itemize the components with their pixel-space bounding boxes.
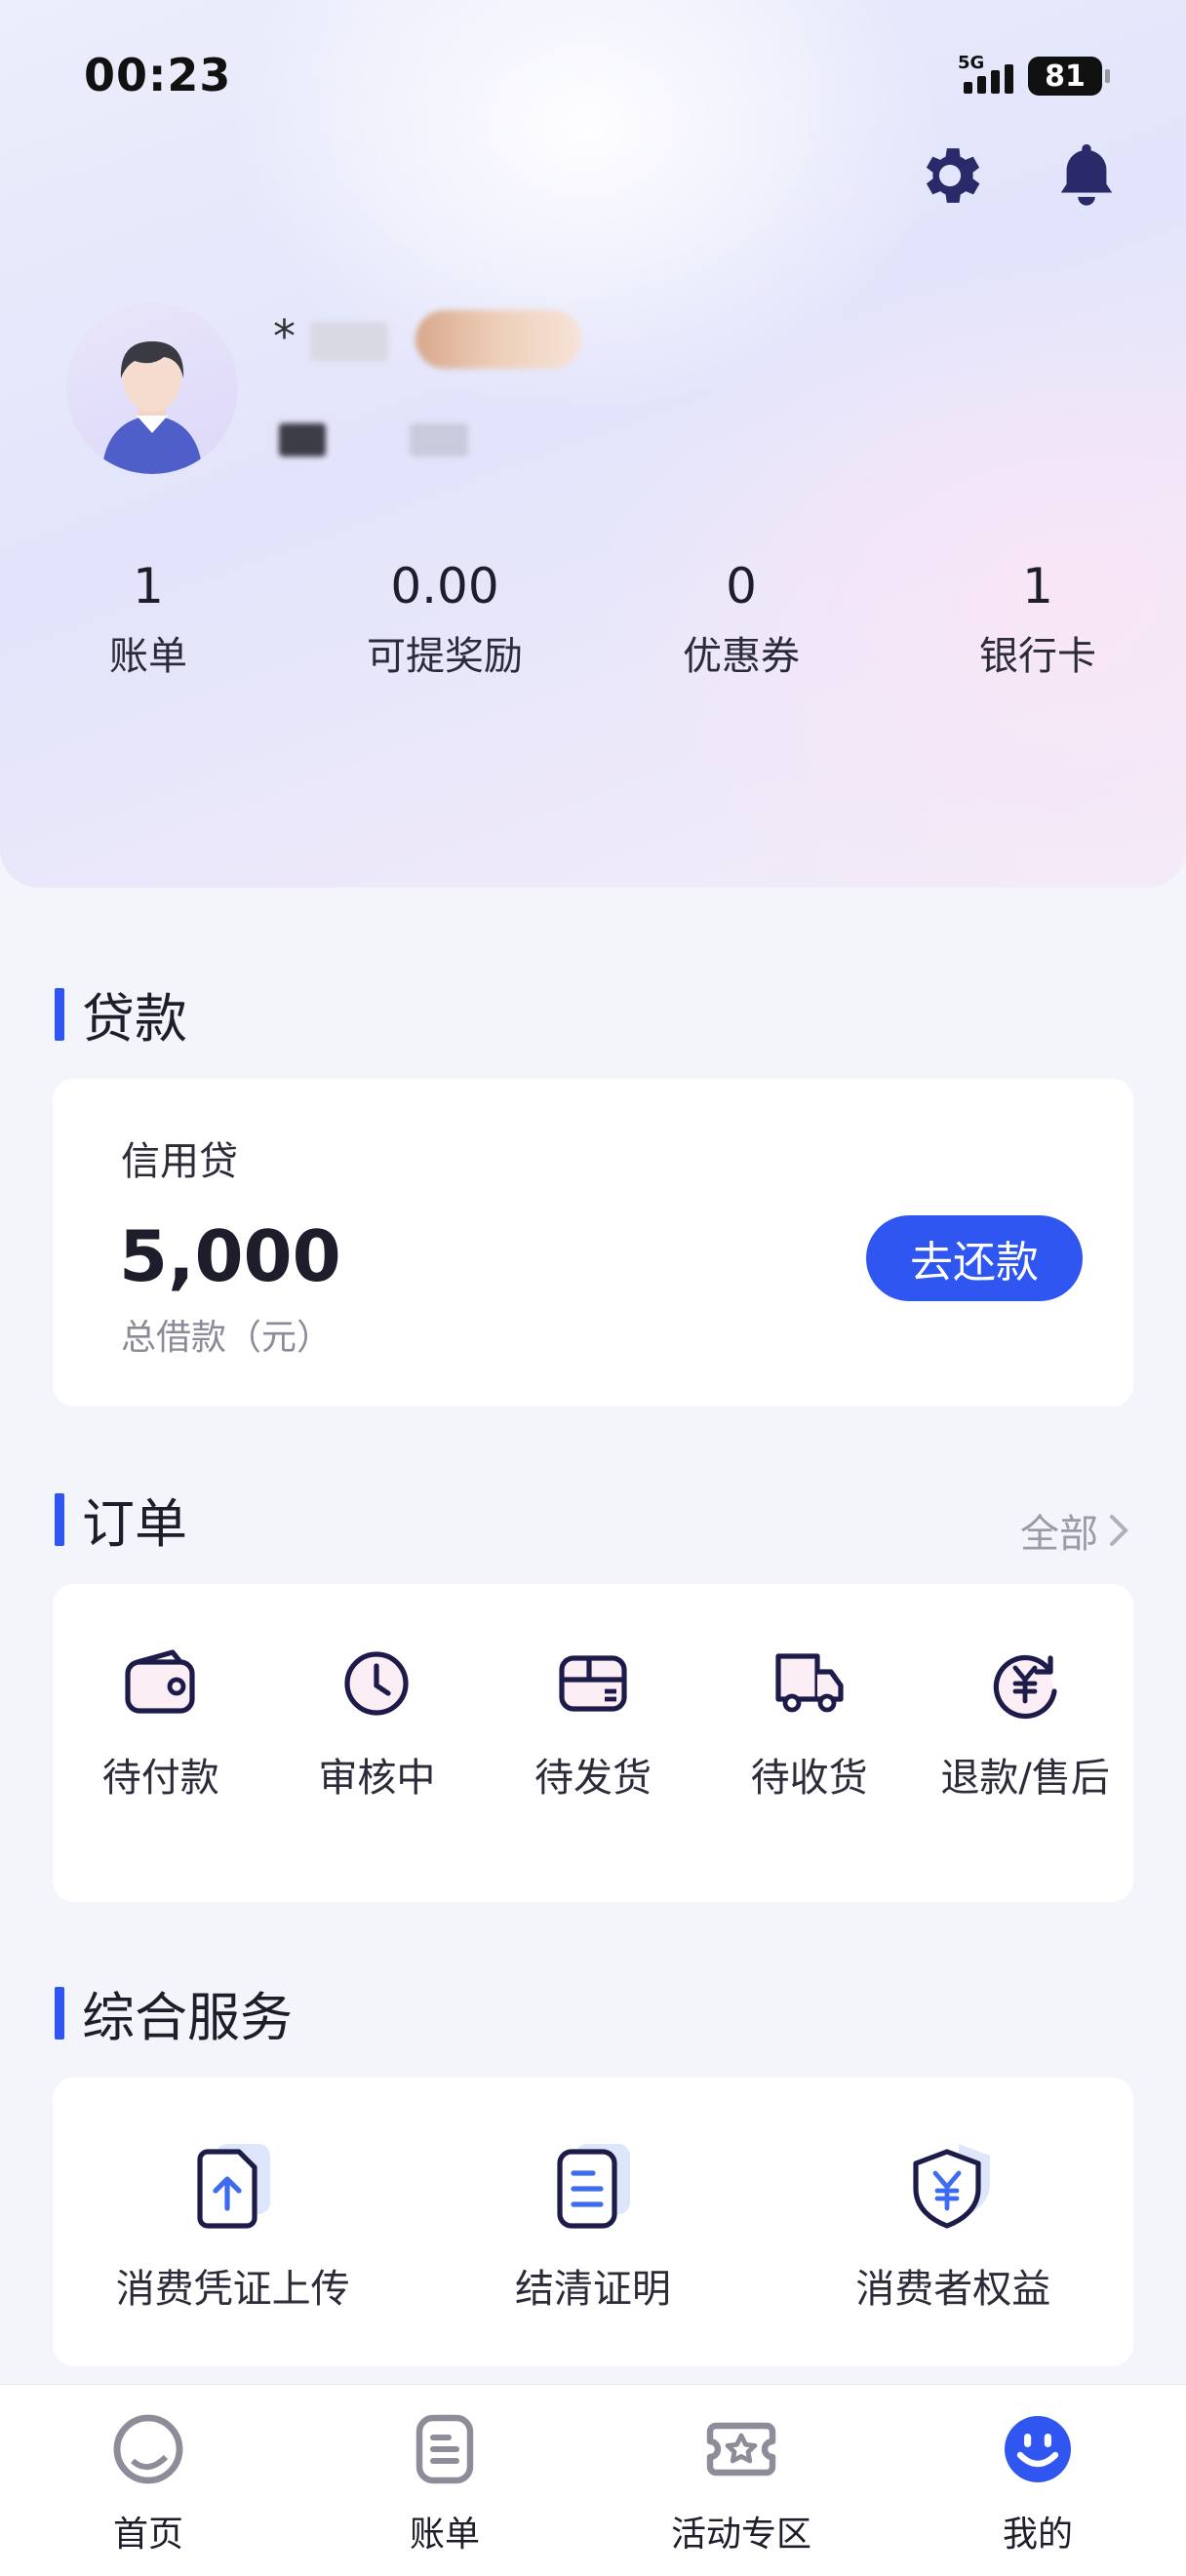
battery-icon: 81 [1028, 57, 1110, 96]
loan-type: 信用贷 [121, 1139, 238, 1184]
blurred-badge [415, 310, 581, 369]
order-pending-payment[interactable]: 待付款 [53, 1645, 269, 1803]
ticket-star-icon [706, 2422, 776, 2477]
stats-row: 1 账单 0.00 可提奖励 0 优惠券 1 银行卡 [0, 558, 1186, 681]
avatar-person-icon [101, 341, 203, 474]
section-marker [55, 1492, 64, 1546]
section-marker [55, 987, 64, 1041]
status-indicators: 5G 81 [958, 53, 1110, 98]
notification-bell-icon[interactable] [1048, 137, 1126, 215]
blurred-phone-2 [410, 423, 468, 456]
truck-icon [774, 1653, 844, 1713]
order-label: 待收货 [750, 1756, 868, 1801]
stat-coupons[interactable]: 0 优惠券 [593, 558, 890, 681]
repay-button[interactable]: 去还款 [866, 1215, 1083, 1301]
stat-label: 优惠券 [683, 634, 800, 679]
stat-value: 0.00 [390, 558, 499, 614]
service-voucher-upload[interactable]: 消费凭证上传 [53, 2136, 413, 2314]
loan-amount: 5,000 [119, 1215, 341, 1297]
wallet-icon [125, 1649, 195, 1714]
stat-rewards[interactable]: 0.00 可提奖励 [296, 558, 593, 681]
certificate-document-icon [557, 2144, 630, 2229]
stat-bank-cards[interactable]: 1 银行卡 [890, 558, 1186, 681]
bottom-tab-bar: 首页 账单 活动专区 我的 [0, 2384, 1186, 2576]
settings-gear-icon[interactable] [911, 137, 989, 215]
blurred-name [310, 322, 388, 361]
tab-label: 活动专区 [670, 2515, 811, 2555]
stat-value: 0 [726, 558, 757, 614]
status-time: 00:23 [84, 49, 232, 101]
section-title-services: 综合服务 [55, 1974, 293, 2051]
stat-value: 1 [1022, 558, 1053, 614]
user-name-masked: * [273, 310, 296, 363]
smiley-profile-icon [1005, 2416, 1071, 2482]
orders-all-label: 全部 [1020, 1512, 1098, 1557]
order-pending-shipment[interactable]: 待发货 [485, 1645, 701, 1803]
signal-icon: 5G [958, 53, 1018, 98]
battery-level: 81 [1045, 59, 1086, 94]
upload-document-icon [197, 2144, 270, 2229]
tab-label: 首页 [112, 2515, 183, 2555]
stat-value: 1 [133, 558, 164, 614]
stat-label: 可提奖励 [367, 634, 523, 679]
home-circle-icon [113, 2414, 183, 2484]
tab-home[interactable]: 首页 [0, 2385, 296, 2576]
orders-card: 待付款 审核中 待发货 待收货 退款/售后 [53, 1584, 1133, 1902]
avatar[interactable] [66, 302, 238, 474]
tab-label: 我的 [1002, 2515, 1073, 2555]
stat-bills[interactable]: 1 账单 [0, 558, 296, 681]
tab-label: 账单 [409, 2515, 480, 2555]
order-label: 审核中 [318, 1756, 436, 1801]
order-pending-receipt[interactable]: 待收货 [701, 1645, 918, 1803]
service-label: 消费凭证上传 [115, 2267, 350, 2312]
chevron-right-icon [1110, 1515, 1128, 1546]
order-refund-aftersales[interactable]: 退款/售后 [917, 1645, 1133, 1803]
tab-activities[interactable]: 活动专区 [593, 2385, 890, 2576]
order-label: 退款/售后 [940, 1756, 1110, 1801]
stat-label: 账单 [109, 634, 187, 679]
tab-mine[interactable]: 我的 [890, 2385, 1186, 2576]
shield-yen-icon [913, 2144, 991, 2229]
bill-icon [415, 2414, 474, 2484]
refund-yen-icon [993, 1654, 1057, 1720]
stat-label: 银行卡 [979, 634, 1096, 679]
clock-icon [344, 1651, 409, 1716]
order-under-review[interactable]: 审核中 [269, 1645, 486, 1803]
orders-view-all-link[interactable]: 全部 [1020, 1502, 1131, 1559]
order-label: 待付款 [101, 1756, 219, 1801]
network-type: 5G [958, 53, 985, 73]
package-icon [559, 1655, 627, 1712]
section-marker [55, 1986, 64, 2040]
section-title-orders: 订单 [55, 1481, 187, 1558]
service-label: 消费者权益 [855, 2267, 1051, 2312]
services-card: 消费凭证上传 结清证明 消费者权益 [53, 2078, 1133, 2366]
tab-bills[interactable]: 账单 [296, 2385, 593, 2576]
service-consumer-rights[interactable]: 消费者权益 [773, 2136, 1133, 2314]
loan-card[interactable]: 信用贷 5,000 总借款（元） 去还款 [53, 1079, 1133, 1407]
service-label: 结清证明 [514, 2267, 671, 2312]
blurred-phone-1 [279, 423, 326, 456]
loan-amount-label: 总借款（元） [121, 1318, 333, 1358]
order-label: 待发货 [534, 1756, 652, 1801]
section-title-loan: 贷款 [55, 975, 187, 1052]
service-settlement-certificate[interactable]: 结清证明 [413, 2136, 772, 2314]
